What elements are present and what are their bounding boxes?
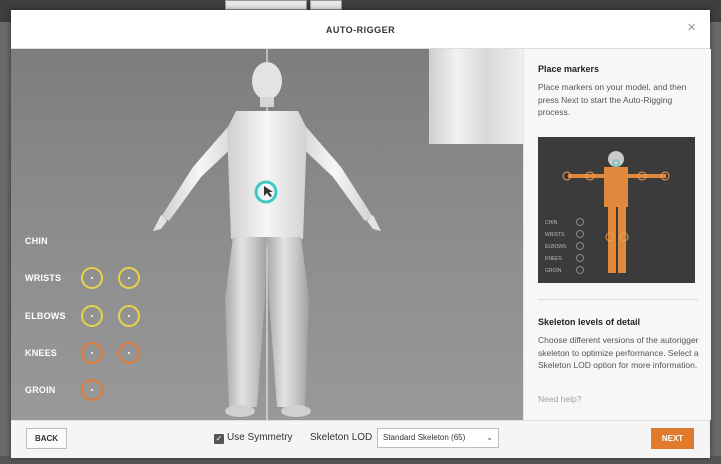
- dialog-header: AUTO-RIGGER ×: [11, 10, 710, 49]
- need-help-link[interactable]: Need help?: [538, 394, 581, 404]
- dialog-footer: BACK ✓ Use Symmetry Skeleton LOD Standard…: [11, 420, 710, 458]
- marker-label: WRISTS: [25, 273, 62, 283]
- marker-knees-left[interactable]: [81, 342, 103, 364]
- preview-label: WRISTS: [545, 232, 565, 238]
- marker-label: KNEES: [25, 348, 58, 358]
- use-symmetry-label: Use Symmetry: [227, 432, 293, 443]
- skeleton-lod-select[interactable]: Standard Skeleton (65) ⌄: [377, 428, 499, 448]
- section-divider: [538, 299, 698, 300]
- marker-wrists-left[interactable]: [81, 267, 103, 289]
- auto-rigger-dialog: AUTO-RIGGER × CHIN WRISTS ELBOWS KNEES G…: [11, 10, 711, 458]
- place-markers-text: Place markers on your model, and then pr…: [538, 82, 687, 117]
- preview-label: KNEES: [545, 256, 562, 262]
- checkbox-checked-icon[interactable]: ✓: [214, 434, 224, 444]
- skeleton-lod-label: Skeleton LOD: [310, 432, 373, 443]
- close-icon[interactable]: ×: [687, 20, 696, 36]
- preview-label: ELBOWS: [545, 244, 567, 250]
- next-button[interactable]: NEXT: [651, 428, 694, 449]
- preview-marker: [576, 242, 584, 250]
- use-symmetry-checkbox[interactable]: ✓ Use Symmetry: [214, 432, 293, 444]
- marker-elbows-right[interactable]: [118, 305, 140, 327]
- model-viewport[interactable]: CHIN WRISTS ELBOWS KNEES GROIN: [11, 49, 523, 420]
- background-tab: [225, 0, 307, 10]
- skeleton-lod-value: Standard Skeleton (65): [383, 433, 466, 442]
- marker-preview-image: CHIN WRISTS ELBOWS KNEES GROIN: [538, 137, 695, 283]
- marker-wrists-right[interactable]: [118, 267, 140, 289]
- back-button[interactable]: BACK: [26, 428, 67, 449]
- preview-marker: [576, 218, 584, 226]
- marker-label: GROIN: [25, 385, 56, 395]
- marker-groin-left[interactable]: [81, 379, 103, 401]
- marker-elbows-left[interactable]: [81, 305, 103, 327]
- preview-label: GROIN: [545, 268, 562, 274]
- chevron-down-icon: ⌄: [486, 433, 493, 442]
- lod-text: Choose different versions of the autorig…: [538, 335, 699, 370]
- preview-marker: [576, 254, 584, 262]
- preview-marker: [576, 266, 584, 274]
- marker-label: CHIN: [25, 236, 48, 246]
- preview-label: CHIN: [545, 220, 558, 226]
- dialog-title: AUTO-RIGGER: [325, 25, 396, 35]
- lod-title: Skeleton levels of detail: [538, 317, 641, 327]
- background-tab: [310, 0, 342, 10]
- preview-marker: [576, 230, 584, 238]
- marker-knees-right[interactable]: [118, 342, 140, 364]
- place-markers-title: Place markers: [538, 64, 600, 74]
- marker-list: CHIN WRISTS ELBOWS KNEES GROIN: [11, 49, 523, 420]
- side-panel: Place markers Place markers on your mode…: [523, 49, 711, 420]
- marker-label: ELBOWS: [25, 311, 66, 321]
